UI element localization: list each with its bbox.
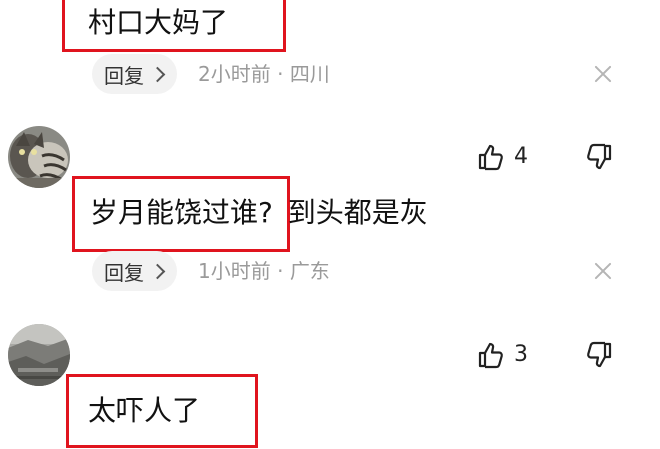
avatar[interactable] xyxy=(8,324,70,386)
like-count: 3 xyxy=(514,342,528,367)
landscape-avatar-image xyxy=(8,324,70,386)
comment-text-highlighted: 太吓人了 xyxy=(88,394,201,427)
thumbs-down-icon xyxy=(587,341,612,368)
comment-text: 太吓人了 xyxy=(88,391,200,431)
like-button[interactable]: 3 xyxy=(476,338,528,372)
thumbs-up-icon xyxy=(478,342,503,369)
dislike-button[interactable] xyxy=(584,340,614,370)
comment-item: 3 太吓人了 xyxy=(0,0,660,449)
